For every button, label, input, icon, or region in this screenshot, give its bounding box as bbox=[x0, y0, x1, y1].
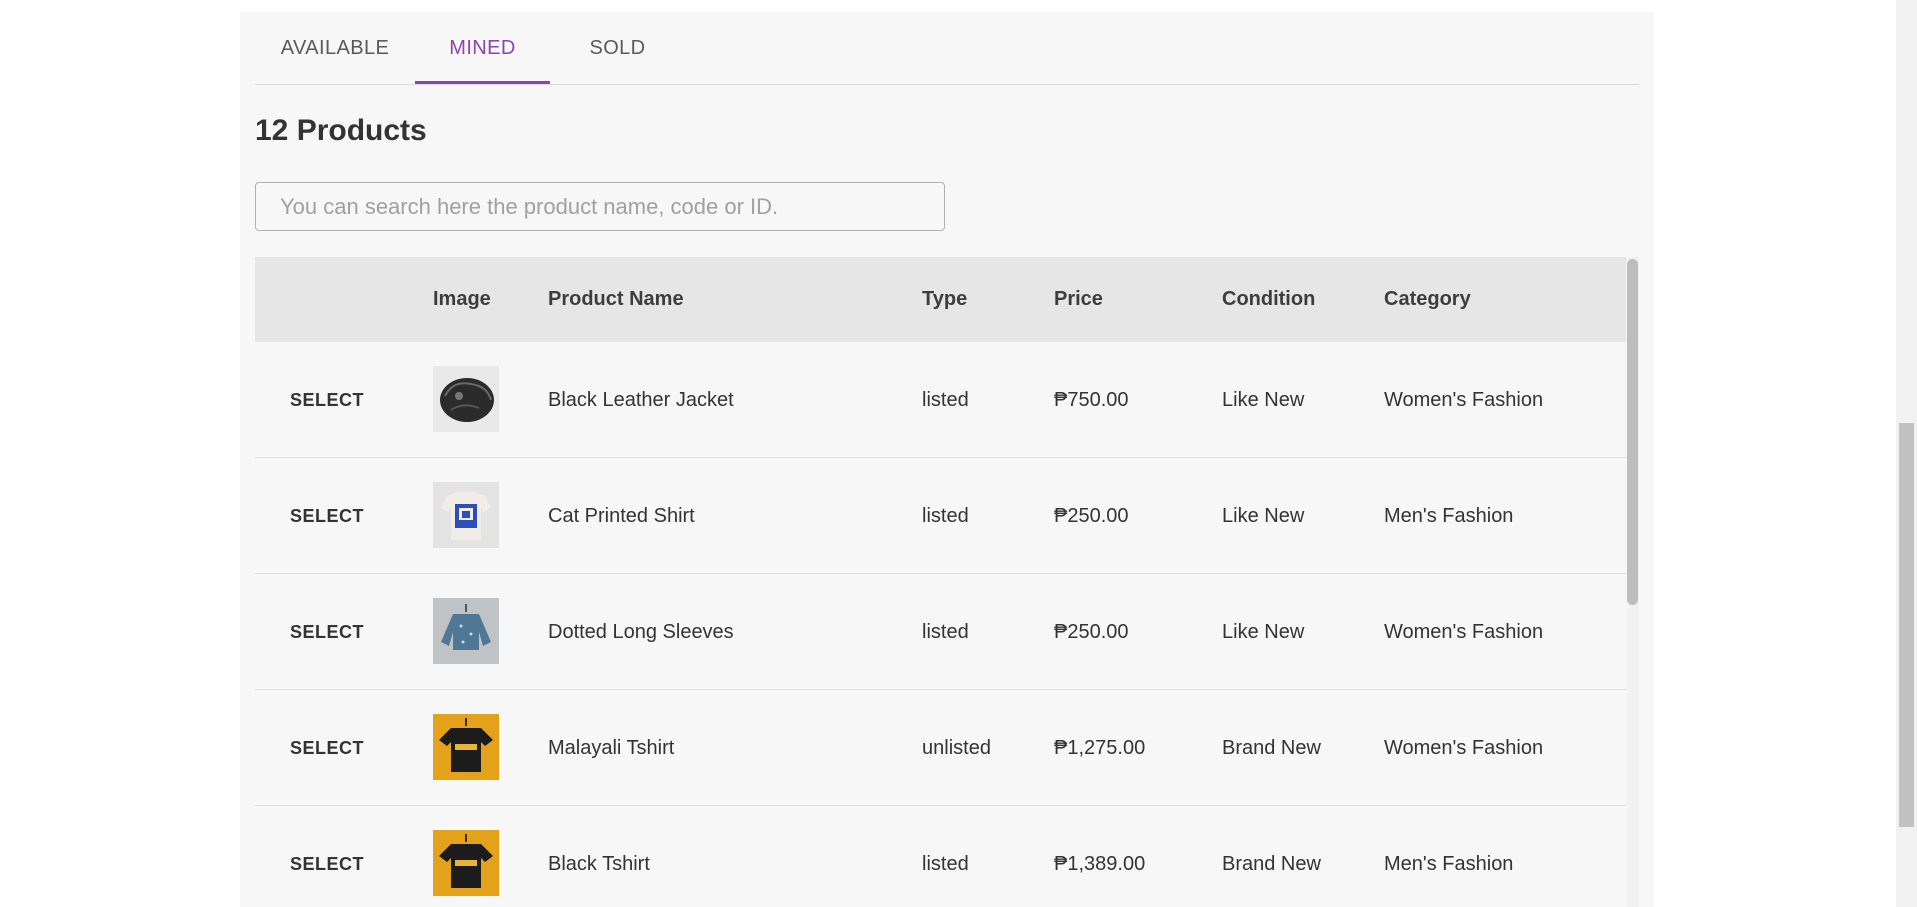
product-thumbnail bbox=[433, 714, 499, 780]
table-row: SELECT Malayali Tshirt unlisted ₱1,275.0… bbox=[255, 690, 1626, 806]
column-header-condition: Condition bbox=[1222, 288, 1316, 310]
product-type: listed bbox=[922, 853, 969, 875]
select-button[interactable]: SELECT bbox=[277, 496, 377, 536]
product-category: Men's Fashion bbox=[1384, 853, 1514, 875]
table-row: SELECT Dotted Long Sleeves listed ₱250.0… bbox=[255, 574, 1626, 690]
product-price: ₱1,275.00 bbox=[1054, 737, 1146, 759]
select-button[interactable]: SELECT bbox=[277, 380, 377, 420]
product-price: ₱250.00 bbox=[1054, 621, 1129, 643]
product-category: Men's Fashion bbox=[1384, 505, 1514, 527]
select-button[interactable]: SELECT bbox=[277, 844, 377, 884]
column-header-price: Price bbox=[1054, 288, 1103, 310]
column-header-product-name: Product Name bbox=[548, 288, 684, 310]
product-type: listed bbox=[922, 505, 969, 527]
product-name: Black Tshirt bbox=[548, 853, 650, 875]
product-condition: Brand New bbox=[1222, 853, 1321, 875]
table-row: SELECT Cat Printed Shirt listed ₱250.00 … bbox=[255, 458, 1626, 574]
products-panel: AVAILABLE MINED SOLD 12 Products Image P… bbox=[240, 12, 1654, 907]
tab-available[interactable]: AVAILABLE bbox=[255, 12, 415, 84]
product-condition: Brand New bbox=[1222, 737, 1321, 759]
product-type: unlisted bbox=[922, 737, 991, 759]
product-category: Women's Fashion bbox=[1384, 737, 1544, 759]
product-thumbnail bbox=[433, 598, 499, 664]
column-header-category: Category bbox=[1384, 288, 1471, 310]
product-search-input[interactable] bbox=[255, 182, 945, 231]
product-price: ₱250.00 bbox=[1054, 505, 1129, 527]
product-condition: Like New bbox=[1222, 389, 1305, 411]
table-row: SELECT Black Leather Jacket listed ₱750.… bbox=[255, 342, 1626, 458]
product-thumbnail bbox=[433, 366, 499, 432]
product-name: Black Leather Jacket bbox=[548, 389, 734, 411]
product-price: ₱1,389.00 bbox=[1054, 853, 1146, 875]
select-button[interactable]: SELECT bbox=[277, 728, 377, 768]
tab-sold[interactable]: SOLD bbox=[550, 12, 685, 84]
table-header: Image Product Name Type Price Condition … bbox=[255, 257, 1626, 342]
product-category: Women's Fashion bbox=[1384, 389, 1544, 411]
table-scrollbar-thumb[interactable] bbox=[1627, 259, 1638, 605]
product-count-heading: 12 Products bbox=[255, 114, 427, 147]
column-header-type: Type bbox=[922, 288, 968, 310]
product-name: Dotted Long Sleeves bbox=[548, 621, 734, 643]
product-category: Women's Fashion bbox=[1384, 621, 1544, 643]
product-name: Cat Printed Shirt bbox=[548, 505, 695, 527]
product-thumbnail bbox=[433, 830, 499, 896]
tab-mined[interactable]: MINED bbox=[415, 12, 550, 84]
product-thumbnail bbox=[433, 482, 499, 548]
product-condition: Like New bbox=[1222, 505, 1305, 527]
page-scrollbar-thumb[interactable] bbox=[1899, 423, 1914, 827]
column-header-image: Image bbox=[433, 288, 491, 310]
product-price: ₱750.00 bbox=[1054, 389, 1129, 411]
products-table: Image Product Name Type Price Condition … bbox=[255, 257, 1639, 907]
product-type: listed bbox=[922, 389, 969, 411]
product-condition: Like New bbox=[1222, 621, 1305, 643]
select-button[interactable]: SELECT bbox=[277, 612, 377, 652]
active-tab-indicator bbox=[415, 81, 550, 84]
product-tabs: AVAILABLE MINED SOLD bbox=[255, 12, 1639, 85]
table-row: SELECT Black Tshirt listed ₱1,389.00 Bra… bbox=[255, 806, 1626, 907]
product-type: listed bbox=[922, 621, 969, 643]
product-name: Malayali Tshirt bbox=[548, 737, 675, 759]
